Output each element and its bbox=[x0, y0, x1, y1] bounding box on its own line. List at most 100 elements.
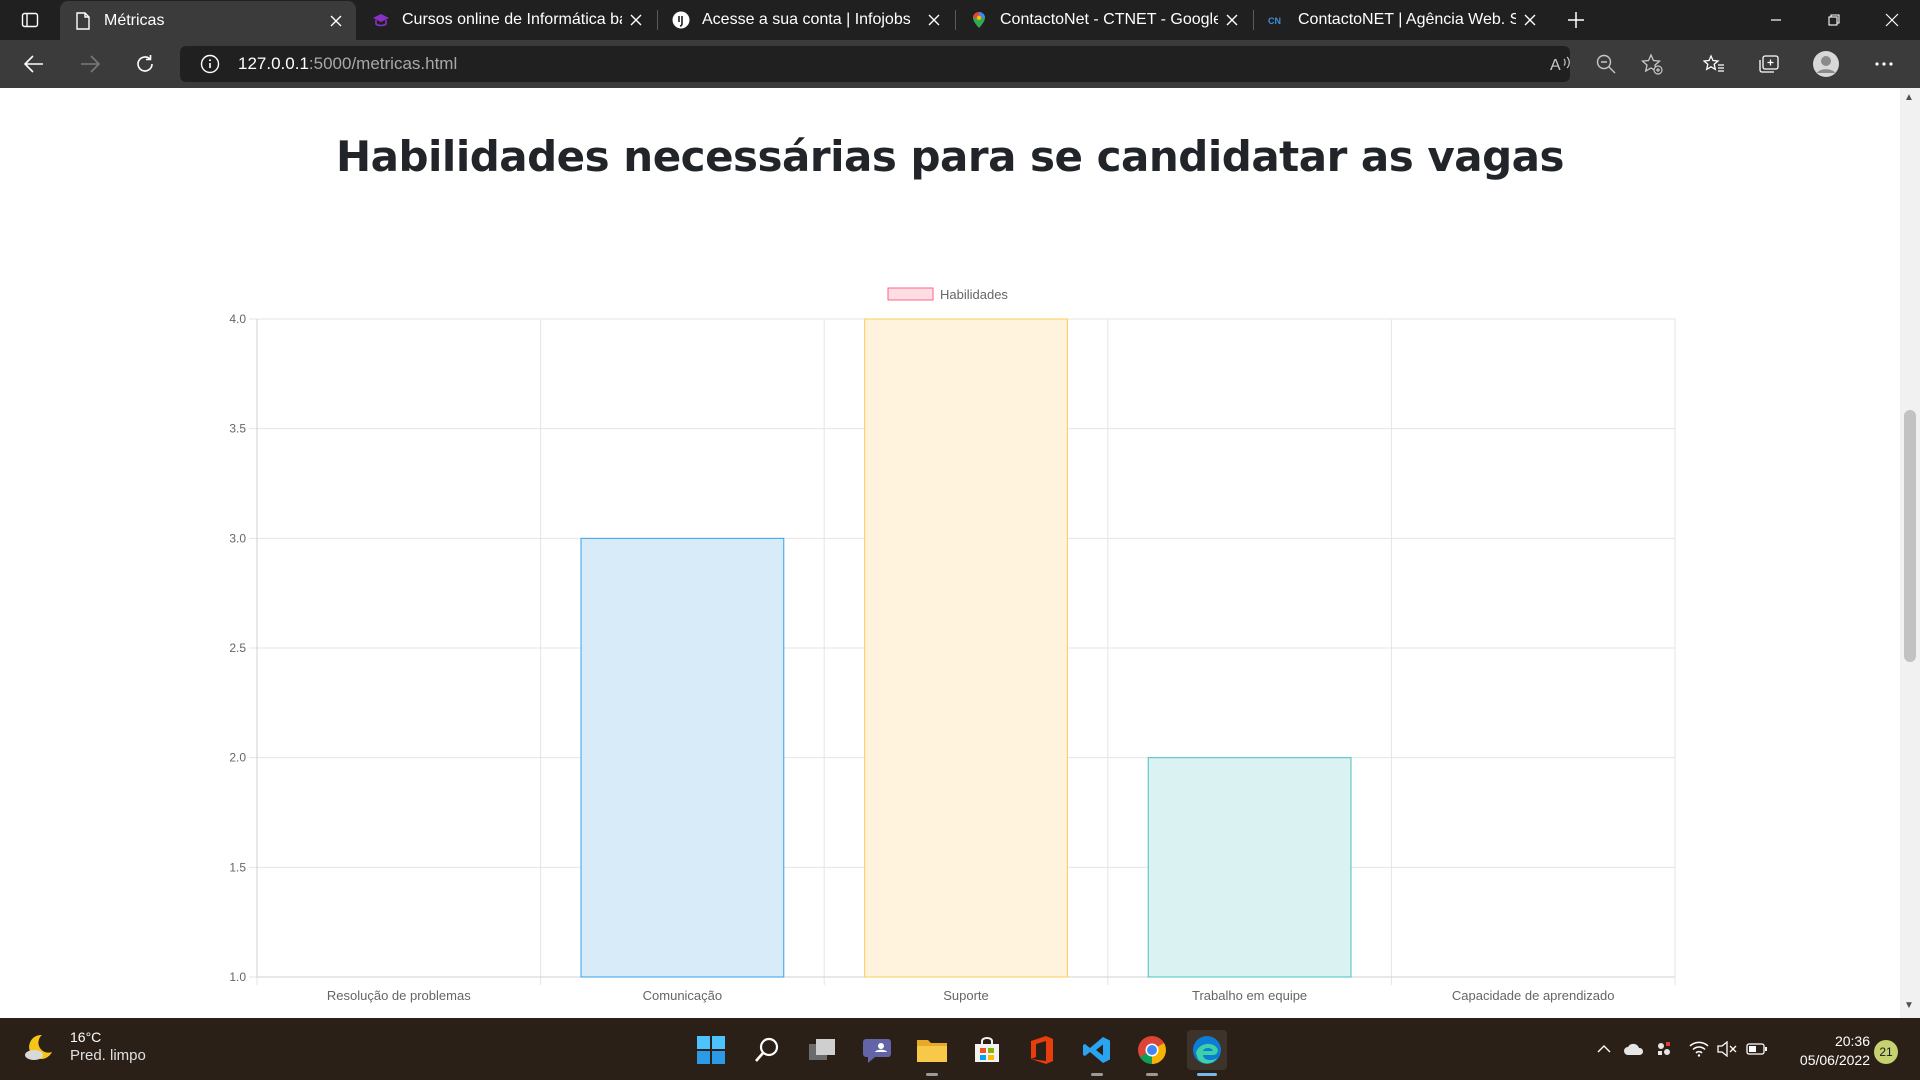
weather-temperature: 16°C bbox=[70, 1029, 102, 1045]
favorites-icon bbox=[1703, 54, 1724, 72]
app-tray-icon[interactable] bbox=[1653, 1038, 1675, 1060]
chevron-up-icon bbox=[1597, 1045, 1611, 1053]
svg-text:A: A bbox=[1550, 57, 1561, 73]
moon-icon bbox=[25, 1034, 52, 1060]
tab-title: Métricas bbox=[104, 11, 165, 29]
tab-metricas[interactable]: Métricas bbox=[60, 1, 356, 40]
teams-chat-button[interactable] bbox=[857, 1030, 897, 1070]
onedrive-icon[interactable] bbox=[1623, 1038, 1645, 1060]
y-tick-label: 2.5 bbox=[229, 641, 246, 655]
close-tab-icon[interactable] bbox=[322, 7, 350, 35]
task-view-icon bbox=[809, 1039, 835, 1060]
tab-title: Cursos online de Informática bás bbox=[402, 11, 622, 28]
back-button[interactable] bbox=[16, 47, 52, 81]
maps-pin-icon bbox=[970, 11, 988, 29]
notification-count-badge[interactable]: 21 bbox=[1874, 1040, 1898, 1064]
profile-button[interactable] bbox=[1808, 47, 1844, 81]
chrome-icon bbox=[1138, 1036, 1166, 1064]
tab-cursos[interactable]: Cursos online de Informática bás bbox=[358, 0, 656, 40]
collections-icon bbox=[1759, 55, 1779, 73]
close-tab-icon[interactable] bbox=[622, 6, 650, 34]
wifi-icon[interactable] bbox=[1688, 1038, 1710, 1060]
tab-title: ContactoNet - CTNET - Google M bbox=[1000, 11, 1218, 28]
zoom-out-icon[interactable] bbox=[1592, 52, 1620, 76]
x-tick-label: Suporte bbox=[943, 988, 989, 1003]
running-indicator bbox=[1091, 1073, 1103, 1076]
edge-button[interactable] bbox=[1187, 1030, 1227, 1076]
settings-menu-button[interactable] bbox=[1866, 47, 1902, 81]
y-tick-label: 3.5 bbox=[229, 422, 246, 436]
file-explorer-button[interactable] bbox=[912, 1030, 952, 1076]
store-button[interactable] bbox=[967, 1030, 1007, 1070]
y-tick-label: 4.0 bbox=[229, 312, 246, 326]
svg-text:CN: CN bbox=[1268, 16, 1281, 26]
search-button[interactable] bbox=[747, 1030, 787, 1070]
tab-actions-button[interactable] bbox=[12, 6, 48, 34]
legend-swatch bbox=[887, 287, 934, 301]
folder-icon bbox=[917, 1040, 947, 1062]
start-button[interactable] bbox=[691, 1030, 731, 1070]
tab-contactonet[interactable]: CN ContactoNET | Agência Web. Sol bbox=[1254, 0, 1550, 40]
tab-strip: Métricas Cursos online de Informática bá… bbox=[0, 0, 1920, 40]
weather-condition: Pred. limpo bbox=[70, 1047, 146, 1064]
chat-icon bbox=[863, 1039, 891, 1063]
bar-3 bbox=[1147, 757, 1352, 978]
tab-google-maps[interactable]: ContactoNet - CTNET - Google M bbox=[956, 0, 1252, 40]
read-aloud-icon[interactable]: A bbox=[1547, 52, 1575, 76]
url-text: 127.0.0.1:5000/metricas.html bbox=[238, 54, 457, 74]
close-icon bbox=[1885, 13, 1899, 27]
close-tab-icon[interactable] bbox=[1218, 6, 1246, 34]
x-tick-label: Trabalho em equipe bbox=[1192, 988, 1307, 1003]
favorites-button[interactable] bbox=[1696, 47, 1732, 81]
close-tab-icon[interactable] bbox=[920, 6, 948, 34]
minimize-button[interactable] bbox=[1748, 0, 1804, 40]
battery-icon[interactable] bbox=[1746, 1038, 1768, 1060]
y-tick-label: 2.0 bbox=[229, 751, 246, 765]
scrollbar-thumb[interactable] bbox=[1904, 410, 1916, 662]
y-tick-label: 1.0 bbox=[229, 970, 246, 984]
url-path: :5000/metricas.html bbox=[308, 54, 458, 73]
store-icon bbox=[975, 1037, 999, 1062]
info-icon[interactable] bbox=[198, 52, 222, 76]
refresh-button[interactable] bbox=[127, 47, 163, 81]
avatar-icon bbox=[1813, 51, 1839, 77]
edge-icon bbox=[1193, 1036, 1221, 1064]
ctnet-icon: CN bbox=[1268, 11, 1286, 29]
scroll-up-icon[interactable]: ▲ bbox=[1904, 92, 1914, 103]
weather-widget[interactable]: 16°C Pred. limpo bbox=[22, 1028, 146, 1066]
add-favorite-icon[interactable] bbox=[1638, 52, 1666, 76]
restore-button[interactable] bbox=[1806, 0, 1862, 40]
minimize-icon bbox=[1771, 19, 1781, 21]
task-view-button[interactable] bbox=[802, 1030, 842, 1070]
close-window-button[interactable] bbox=[1864, 0, 1920, 40]
clock[interactable]: 20:36 05/06/2022 bbox=[1780, 1032, 1870, 1070]
tab-actions-icon bbox=[21, 12, 39, 28]
volume-muted-icon[interactable] bbox=[1716, 1038, 1738, 1060]
legend-label: Habilidades bbox=[940, 287, 1008, 302]
collections-button[interactable] bbox=[1751, 47, 1787, 81]
new-tab-button[interactable] bbox=[1560, 4, 1592, 36]
infojobs-icon bbox=[672, 11, 690, 29]
running-indicator bbox=[926, 1073, 938, 1076]
address-bar[interactable]: 127.0.0.1:5000/metricas.html A bbox=[180, 46, 1663, 82]
vscode-button[interactable] bbox=[1077, 1030, 1117, 1076]
chrome-button[interactable] bbox=[1132, 1030, 1172, 1076]
show-hidden-icons-button[interactable] bbox=[1593, 1038, 1615, 1060]
running-indicator bbox=[1146, 1073, 1158, 1076]
scroll-down-icon[interactable]: ▼ bbox=[1904, 1000, 1914, 1011]
x-tick-label: Resolução de problemas bbox=[327, 988, 471, 1003]
arrow-right-icon bbox=[81, 55, 100, 73]
restore-icon bbox=[1828, 14, 1840, 26]
search-icon bbox=[755, 1037, 779, 1062]
tab-title: ContactoNET | Agência Web. Sol bbox=[1298, 11, 1516, 28]
tab-title: Acesse a sua conta | Infojobs bbox=[702, 11, 911, 28]
office-button[interactable] bbox=[1022, 1030, 1062, 1070]
forward-button[interactable] bbox=[72, 47, 108, 81]
vscode-icon bbox=[1083, 1037, 1110, 1063]
close-tab-icon[interactable] bbox=[1516, 6, 1544, 34]
y-tick-label: 1.5 bbox=[229, 860, 246, 874]
page-icon bbox=[74, 11, 92, 30]
y-tick-label: 3.0 bbox=[229, 531, 246, 545]
windows-icon bbox=[697, 1036, 725, 1064]
tab-infojobs[interactable]: Acesse a sua conta | Infojobs bbox=[658, 0, 954, 40]
